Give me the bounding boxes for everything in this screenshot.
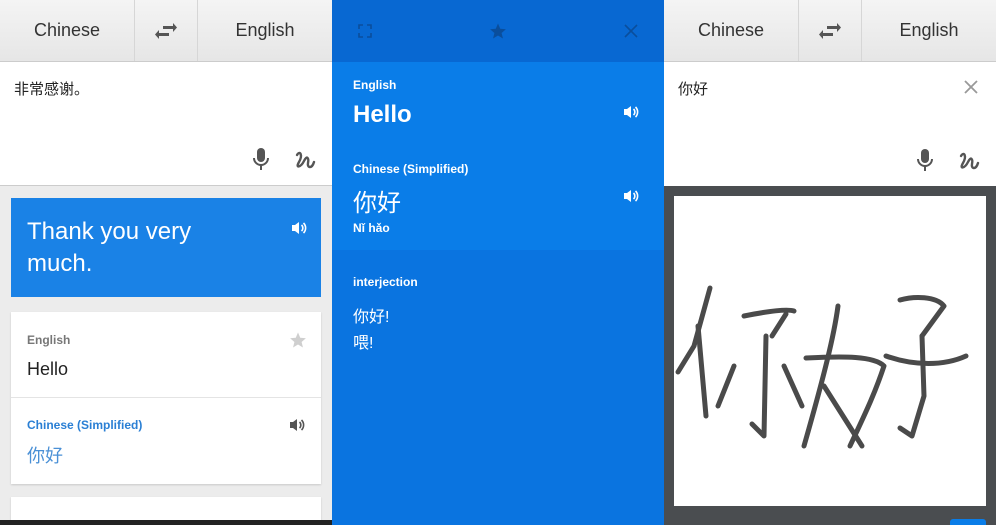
card-target-text: 你好 (27, 446, 63, 466)
alternative-translation[interactable]: 你好! (353, 303, 389, 327)
detail-translation: English Hello Chinese (Simplified) 你好 Nǐ… (332, 62, 664, 250)
swap-languages-button[interactable] (798, 0, 862, 61)
part-of-speech: interjection (353, 275, 418, 289)
done-button[interactable] (950, 519, 986, 525)
alternative-translation[interactable]: 喂! (353, 329, 373, 353)
handwriting-icon[interactable] (294, 149, 316, 171)
target-language-button[interactable]: English (198, 0, 332, 61)
handwriting-area (664, 186, 996, 525)
speaker-icon[interactable] (291, 220, 307, 236)
microphone-icon[interactable] (252, 147, 270, 171)
swap-icon (819, 22, 841, 39)
swap-languages-button[interactable] (134, 0, 198, 61)
source-text: Hello (353, 101, 412, 128)
phrasebook-card[interactable]: English Hello Chinese (Simplified) 你好 (11, 312, 321, 484)
romanization: Nǐ hǎo (353, 221, 390, 235)
star-icon[interactable] (489, 22, 507, 40)
input-text[interactable]: 你好 (678, 78, 708, 99)
translation-result[interactable]: Thank you very much. (11, 198, 321, 297)
swap-icon (155, 22, 177, 39)
language-bar: Chinese English (0, 0, 332, 62)
source-language-button[interactable]: Chinese (0, 0, 134, 61)
card-source-label: English (27, 333, 71, 347)
speaker-icon[interactable] (623, 104, 639, 120)
speaker-icon[interactable] (623, 188, 639, 204)
source-language-button[interactable]: Chinese (664, 0, 798, 61)
fullscreen-icon[interactable] (358, 24, 372, 38)
translate-panel-main: Chinese English 非常感谢。 Thank you very muc… (0, 0, 332, 525)
close-icon[interactable] (964, 80, 978, 94)
star-icon[interactable] (289, 331, 307, 349)
card-target-label: Chinese (Simplified) (27, 418, 143, 432)
target-language-button[interactable]: English (862, 0, 996, 61)
speaker-icon[interactable] (289, 417, 305, 433)
target-label: Chinese (Simplified) (353, 162, 469, 176)
detail-toolbar (332, 0, 664, 62)
handwriting-panel: Chinese English 你好 (664, 0, 996, 525)
handwritten-strokes (675, 285, 969, 449)
handwriting-canvas[interactable] (674, 196, 986, 506)
microphone-icon[interactable] (916, 148, 934, 172)
input-text[interactable]: 非常感谢。 (14, 78, 89, 99)
translation-detail-panel: English Hello Chinese (Simplified) 你好 Nǐ… (332, 0, 664, 525)
language-bar: Chinese English (664, 0, 996, 62)
handwriting-icon[interactable] (958, 150, 980, 172)
card-source-text: Hello (27, 359, 69, 379)
input-area[interactable]: 你好 (664, 62, 996, 186)
translation-text: Thank you very much. (27, 218, 192, 277)
input-area[interactable]: 非常感谢。 (0, 62, 332, 186)
source-label: English (353, 78, 397, 92)
target-text: 你好 (353, 190, 401, 217)
bottom-bar (0, 520, 332, 525)
close-icon[interactable] (624, 24, 638, 38)
